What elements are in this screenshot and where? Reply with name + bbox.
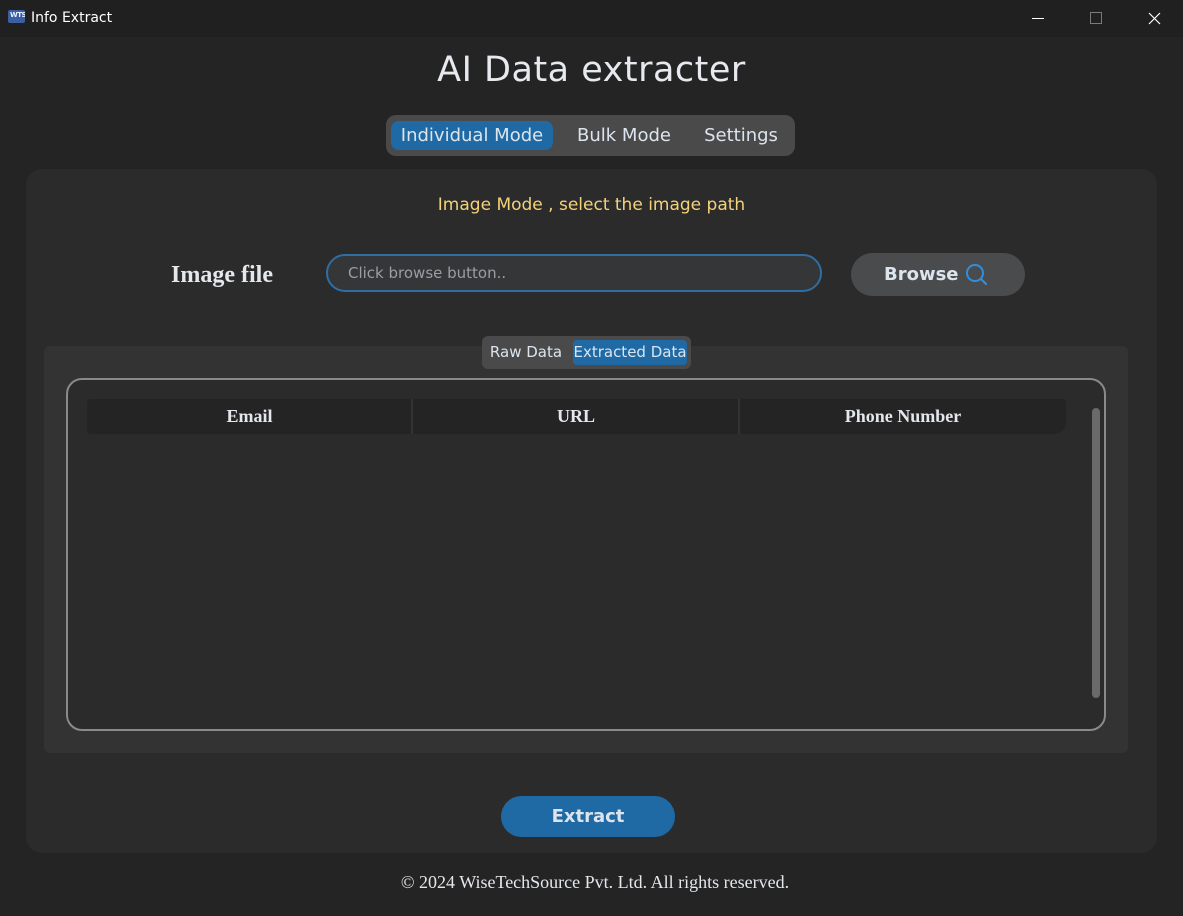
app-logo-text: WTS	[10, 11, 25, 19]
column-header-email[interactable]: Email	[87, 399, 412, 434]
app-logo-icon: WTS	[8, 10, 25, 23]
minimize-icon[interactable]	[1009, 0, 1067, 37]
close-icon[interactable]	[1125, 0, 1183, 37]
tab-bulk-mode[interactable]: Bulk Mode	[565, 121, 683, 150]
extract-button[interactable]: Extract	[501, 796, 675, 837]
tab-settings[interactable]: Settings	[693, 121, 789, 150]
mode-tabs: Individual Mode Bulk Mode Settings	[386, 115, 795, 156]
title-bar[interactable]: WTS Info Extract	[0, 0, 1183, 37]
browse-button[interactable]: Browse	[851, 253, 1025, 296]
scrollbar-thumb[interactable]	[1092, 408, 1100, 698]
maximize-icon[interactable]	[1067, 0, 1125, 37]
app-window: WTS Info Extract AI Data extracter Indiv…	[0, 0, 1183, 916]
main-panel: Image Mode , select the image path Image…	[26, 169, 1157, 853]
browse-button-label: Browse	[884, 264, 959, 285]
column-header-url[interactable]: URL	[413, 399, 739, 434]
table-header: Email URL Phone Number	[87, 399, 1066, 434]
tab-individual-mode[interactable]: Individual Mode	[391, 121, 553, 150]
tab-raw-data[interactable]: Raw Data	[486, 340, 566, 365]
column-header-phone[interactable]: Phone Number	[740, 399, 1066, 434]
search-icon	[964, 263, 990, 292]
tab-extracted-data[interactable]: Extracted Data	[573, 340, 687, 365]
data-tabs: Raw Data Extracted Data	[482, 336, 691, 369]
image-path-input[interactable]	[326, 254, 822, 292]
mode-hint: Image Mode , select the image path	[437, 195, 746, 215]
window-title: Info Extract	[31, 10, 113, 26]
page-title: AI Data extracter	[437, 50, 746, 90]
image-file-label: Image file	[171, 262, 273, 288]
extracted-data-table: Email URL Phone Number	[66, 378, 1106, 731]
table-scrollbar[interactable]	[1090, 404, 1102, 702]
footer-copyright: © 2024 WiseTechSource Pvt. Ltd. All righ…	[400, 872, 790, 892]
